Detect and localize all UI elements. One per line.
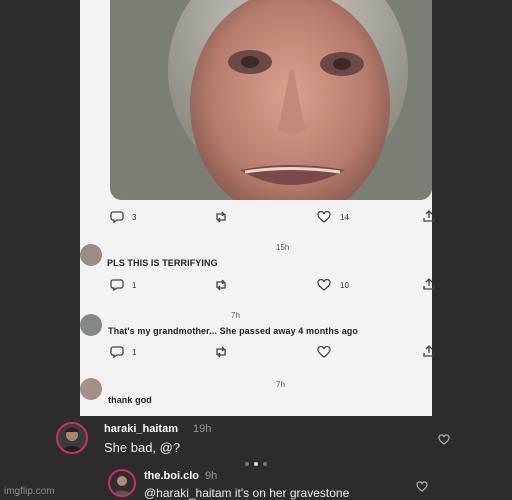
carousel-indicator <box>245 462 249 466</box>
carousel-indicator <box>254 462 258 466</box>
comment-username[interactable]: haraki_haitam <box>104 423 178 435</box>
watermark: imgflip.com <box>4 486 55 497</box>
avatar <box>80 314 102 336</box>
retweet-icon[interactable] <box>214 279 228 291</box>
reply-count: 1 <box>132 348 137 357</box>
comment-text: @haraki_haitam it's on her gravestone <box>144 486 350 500</box>
comment-username[interactable]: the.boi.clo <box>144 470 199 482</box>
retweet-icon[interactable] <box>214 211 228 223</box>
like-count: 10 <box>340 281 349 290</box>
avatar <box>80 378 102 400</box>
heart-icon[interactable] <box>438 434 450 445</box>
comment-text: That's my grandmother... She passed away… <box>108 326 359 336</box>
comment-text: She bad, @? <box>104 440 181 455</box>
heart-icon[interactable] <box>416 481 428 492</box>
share-icon[interactable] <box>422 278 436 290</box>
comment-time: 9h <box>205 470 218 482</box>
avatar[interactable] <box>108 469 136 497</box>
like-icon[interactable] <box>317 211 331 223</box>
comment-timestamp: 7h <box>231 311 240 320</box>
retweet-icon[interactable] <box>214 346 228 358</box>
like-count: 14 <box>340 213 349 222</box>
comment-time: 19h <box>193 423 212 435</box>
tweet-photo <box>110 0 432 200</box>
comment-timestamp: 7h <box>276 380 285 389</box>
like-icon[interactable] <box>317 346 331 358</box>
reply-icon[interactable] <box>110 279 124 291</box>
share-icon[interactable] <box>422 210 436 222</box>
avatar <box>80 244 102 266</box>
reply-icon[interactable] <box>110 346 124 358</box>
comment-timestamp: 15h <box>276 243 290 252</box>
reply-icon[interactable] <box>110 211 124 223</box>
share-icon[interactable] <box>422 345 436 357</box>
comment-text: thank god <box>108 395 152 405</box>
comment-text: PLS THIS IS TERRIFYING <box>107 258 218 268</box>
carousel-indicator <box>263 462 267 466</box>
like-icon[interactable] <box>317 279 331 291</box>
reply-count: 1 <box>132 281 137 290</box>
avatar[interactable] <box>56 422 88 454</box>
reply-count: 3 <box>132 213 137 222</box>
